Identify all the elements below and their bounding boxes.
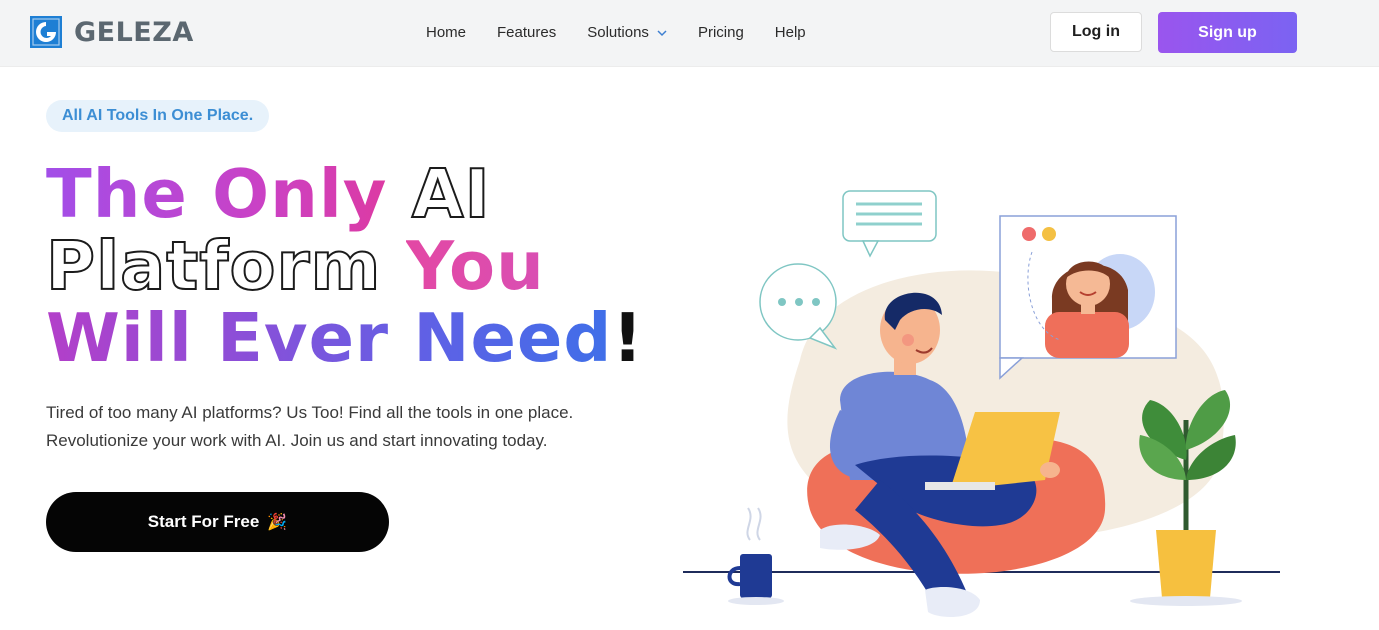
- top-navbar: GELEZA Home Features Solutions Pricing H…: [0, 0, 1379, 67]
- hero-headline: The Only AI Platform You Will Ever Need!: [45, 155, 686, 374]
- hero-subtext-line-1: Tired of too many AI platforms? Us Too! …: [46, 403, 574, 422]
- headline-platform: Platform: [45, 227, 406, 305]
- message-bubble-icon: [842, 190, 937, 258]
- headline-exclamation: !: [612, 299, 644, 377]
- headline-line-2: Platform You: [45, 227, 686, 305]
- nav-features[interactable]: Features: [497, 24, 556, 41]
- headline-you: You: [405, 227, 545, 305]
- chevron-down-icon: [657, 29, 667, 36]
- start-for-free-button[interactable]: Start For Free 🎉: [46, 492, 389, 552]
- headline-ai: AI: [411, 155, 491, 233]
- brand-logo[interactable]: GELEZA: [30, 16, 194, 48]
- nav-solutions-label: Solutions: [587, 24, 649, 41]
- nav-pricing[interactable]: Pricing: [698, 24, 744, 41]
- hero-subtext-line-2: Revolutionize your work with AI. Join us…: [46, 431, 548, 450]
- minimize-icon: [1042, 227, 1056, 241]
- headline-will-ever-need: Will Ever Need: [46, 299, 613, 377]
- signup-button[interactable]: Sign up: [1158, 12, 1297, 53]
- logo-icon: [30, 16, 62, 48]
- headline-line-1: The Only AI: [46, 155, 686, 233]
- nav-help[interactable]: Help: [775, 24, 806, 41]
- nav-home[interactable]: Home: [426, 24, 466, 41]
- party-popper-icon: 🎉: [267, 514, 288, 531]
- video-call-window: [999, 215, 1177, 380]
- brand-name: GELEZA: [74, 16, 194, 48]
- headline-the-only: The Only: [46, 155, 412, 233]
- login-button[interactable]: Log in: [1050, 12, 1142, 52]
- hero-illustration: [683, 190, 1280, 617]
- main-nav: Home Features Solutions Pricing Help: [426, 24, 806, 41]
- hero-badge: All AI Tools In One Place.: [46, 100, 270, 132]
- typing-bubble-icon: [759, 263, 838, 350]
- coffee-mug-icon: [727, 507, 784, 605]
- close-icon: [1022, 227, 1036, 241]
- nav-solutions[interactable]: Solutions: [587, 24, 667, 41]
- start-for-free-label: Start For Free: [147, 512, 260, 531]
- hero-subtext: Tired of too many AI platforms? Us Too! …: [46, 399, 646, 455]
- headline-line-3: Will Ever Need!: [46, 302, 686, 374]
